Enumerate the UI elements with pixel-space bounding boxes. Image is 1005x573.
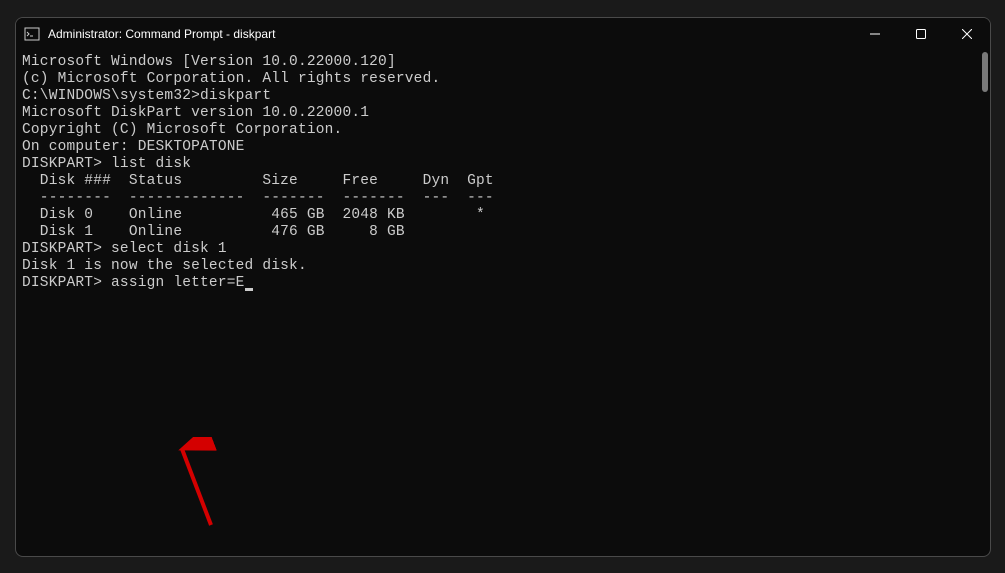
close-button[interactable] — [944, 18, 990, 50]
terminal-line: Microsoft Windows [Version 10.0.22000.12… — [22, 54, 972, 71]
terminal-line: Disk 0 Online 465 GB 2048 KB * — [22, 207, 972, 224]
terminal-line: DISKPART> select disk 1 — [22, 241, 972, 258]
titlebar[interactable]: Administrator: Command Prompt - diskpart — [16, 18, 990, 50]
terminal-line: (c) Microsoft Corporation. All rights re… — [22, 71, 972, 88]
window-title: Administrator: Command Prompt - diskpart — [48, 27, 852, 41]
terminal-window: Administrator: Command Prompt - diskpart… — [15, 17, 991, 557]
terminal-area[interactable]: Microsoft Windows [Version 10.0.22000.12… — [16, 50, 990, 556]
terminal-content: Microsoft Windows [Version 10.0.22000.12… — [16, 50, 978, 556]
terminal-line: Copyright (C) Microsoft Corporation. — [22, 122, 972, 139]
terminal-line: Disk ### Status Size Free Dyn Gpt — [22, 173, 972, 190]
terminal-line: Microsoft DiskPart version 10.0.22000.1 — [22, 105, 972, 122]
terminal-line: -------- ------------- ------- ------- -… — [22, 190, 972, 207]
terminal-line: On computer: DESKTOPATONE — [22, 139, 972, 156]
maximize-button[interactable] — [898, 18, 944, 50]
terminal-line: C:\WINDOWS\system32>diskpart — [22, 88, 972, 105]
cmd-icon — [24, 26, 40, 42]
terminal-line: DISKPART> list disk — [22, 156, 972, 173]
minimize-button[interactable] — [852, 18, 898, 50]
terminal-current-line: DISKPART> assign letter=E — [22, 275, 972, 292]
terminal-line: Disk 1 Online 476 GB 8 GB — [22, 224, 972, 241]
window-controls — [852, 18, 990, 50]
text-cursor — [245, 288, 253, 291]
terminal-line: Disk 1 is now the selected disk. — [22, 258, 972, 275]
scrollbar-thumb[interactable] — [982, 52, 988, 92]
